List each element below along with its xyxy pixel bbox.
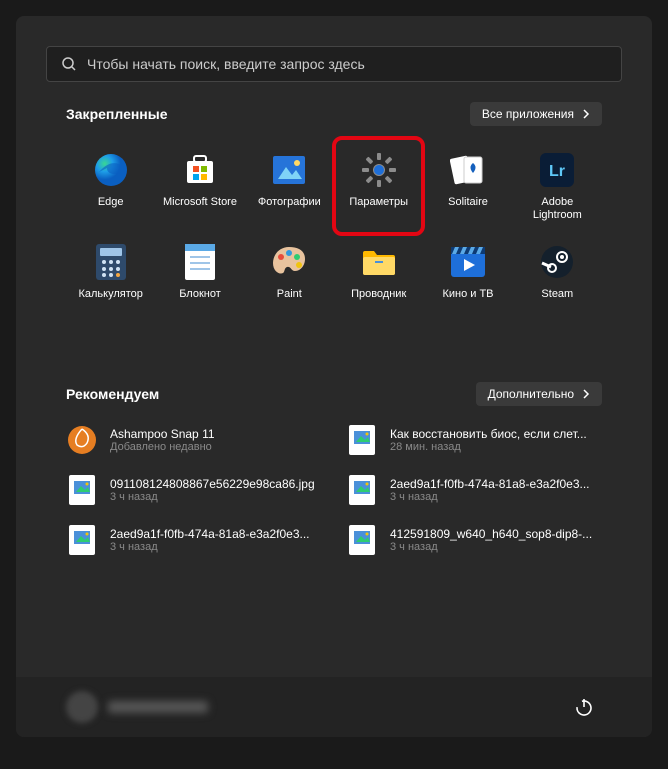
app-solitaire[interactable]: Solitaire — [423, 144, 512, 232]
footer-bar — [16, 677, 652, 737]
rec-item-ashampoo[interactable]: Ashampoo Snap 11 Добавлено недавно — [66, 424, 322, 456]
rec-item-image2[interactable]: 2aed9a1f-f0fb-474a-81a8-e3a2f0e3... 3 ч … — [346, 474, 602, 506]
app-label: Microsoft Store — [163, 196, 237, 209]
rec-subtitle: 3 ч назад — [110, 541, 310, 553]
paint-icon — [269, 242, 309, 282]
username — [108, 701, 208, 713]
all-apps-label: Все приложения — [482, 107, 574, 121]
app-label: Фотографии — [258, 196, 321, 209]
image-file-icon — [346, 524, 378, 556]
app-steam[interactable]: Steam — [513, 236, 602, 311]
app-label: Блокнот — [179, 288, 221, 301]
pinned-grid: Edge Microsoft Store Фотографии Пар — [66, 144, 602, 312]
more-label: Дополнительно — [488, 387, 574, 401]
notepad-icon — [180, 242, 220, 282]
rec-item-image4[interactable]: 412591809_w640_h640_sop8-dip8-... 3 ч на… — [346, 524, 602, 556]
app-calculator[interactable]: Калькулятор — [66, 236, 155, 311]
image-file-icon — [346, 474, 378, 506]
search-icon — [61, 56, 77, 72]
app-edge[interactable]: Edge — [66, 144, 155, 232]
app-explorer[interactable]: Проводник — [334, 236, 423, 311]
rec-subtitle: Добавлено недавно — [110, 441, 215, 453]
chevron-right-icon — [582, 109, 590, 119]
folder-icon — [359, 242, 399, 282]
calculator-icon — [91, 242, 131, 282]
rec-item-image1[interactable]: 091108124808867e56229e98ca86.jpg 3 ч наз… — [66, 474, 322, 506]
app-microsoft-store[interactable]: Microsoft Store — [155, 144, 244, 232]
rec-subtitle: 3 ч назад — [390, 541, 592, 553]
gear-icon — [359, 150, 399, 190]
rec-title: 091108124808867e56229e98ca86.jpg — [110, 477, 315, 491]
app-lightroom[interactable]: Lr Adobe Lightroom — [513, 144, 602, 232]
search-input[interactable]: Чтобы начать поиск, введите запрос здесь — [46, 46, 622, 82]
edge-icon — [91, 150, 131, 190]
steam-icon — [537, 242, 577, 282]
app-label: Steam — [541, 288, 573, 301]
app-photos[interactable]: Фотографии — [245, 144, 334, 232]
rec-title: 2aed9a1f-f0fb-474a-81a8-e3a2f0e3... — [110, 527, 310, 541]
app-label: Кино и ТВ — [442, 288, 493, 301]
power-icon — [574, 697, 594, 717]
search-placeholder: Чтобы начать поиск, введите запрос здесь — [87, 56, 365, 72]
chevron-right-icon — [582, 389, 590, 399]
rec-title: 412591809_w640_h640_sop8-dip8-... — [390, 527, 592, 541]
rec-subtitle: 28 мин. назад — [390, 441, 587, 453]
store-icon — [180, 150, 220, 190]
rec-title: Как восстановить биос, если слет... — [390, 427, 587, 441]
app-label: Adobe Lightroom — [517, 196, 597, 222]
recommended-title: Рекомендуем — [66, 386, 159, 402]
recommended-section: Рекомендуем Дополнительно Ashampoo Snap … — [16, 382, 652, 556]
rec-subtitle: 3 ч назад — [390, 491, 590, 503]
rec-item-bios[interactable]: Как восстановить биос, если слет... 28 м… — [346, 424, 602, 456]
app-paint[interactable]: Paint — [245, 236, 334, 311]
rec-subtitle: 3 ч назад — [110, 491, 315, 503]
photos-icon — [269, 150, 309, 190]
rec-item-image3[interactable]: 2aed9a1f-f0fb-474a-81a8-e3a2f0e3... 3 ч … — [66, 524, 322, 556]
app-movies-tv[interactable]: Кино и ТВ — [423, 236, 512, 311]
rec-title: Ashampoo Snap 11 — [110, 427, 215, 441]
image-file-icon — [66, 524, 98, 556]
app-label: Edge — [98, 196, 124, 209]
svg-text:Lr: Lr — [549, 163, 565, 180]
app-label: Paint — [277, 288, 302, 301]
power-button[interactable] — [566, 689, 602, 725]
recommended-grid: Ashampoo Snap 11 Добавлено недавно Как в… — [66, 424, 602, 556]
app-settings[interactable]: Параметры — [334, 144, 423, 232]
app-label: Калькулятор — [78, 288, 142, 301]
all-apps-button[interactable]: Все приложения — [470, 102, 602, 126]
image-file-icon — [346, 424, 378, 456]
image-file-icon — [66, 474, 98, 506]
app-label: Solitaire — [448, 196, 488, 209]
more-button[interactable]: Дополнительно — [476, 382, 602, 406]
ashampoo-icon — [66, 424, 98, 456]
app-notepad[interactable]: Блокнот — [155, 236, 244, 311]
pinned-section: Закрепленные Все приложения Edge Microso… — [16, 102, 652, 312]
pinned-title: Закрепленные — [66, 106, 168, 122]
rec-title: 2aed9a1f-f0fb-474a-81a8-e3a2f0e3... — [390, 477, 590, 491]
lightroom-icon: Lr — [537, 150, 577, 190]
app-label: Проводник — [351, 288, 406, 301]
movies-icon — [448, 242, 488, 282]
avatar — [66, 691, 98, 723]
app-label: Параметры — [349, 196, 408, 209]
start-menu: Чтобы начать поиск, введите запрос здесь… — [16, 16, 652, 737]
solitaire-icon — [448, 150, 488, 190]
user-account[interactable] — [66, 691, 208, 723]
